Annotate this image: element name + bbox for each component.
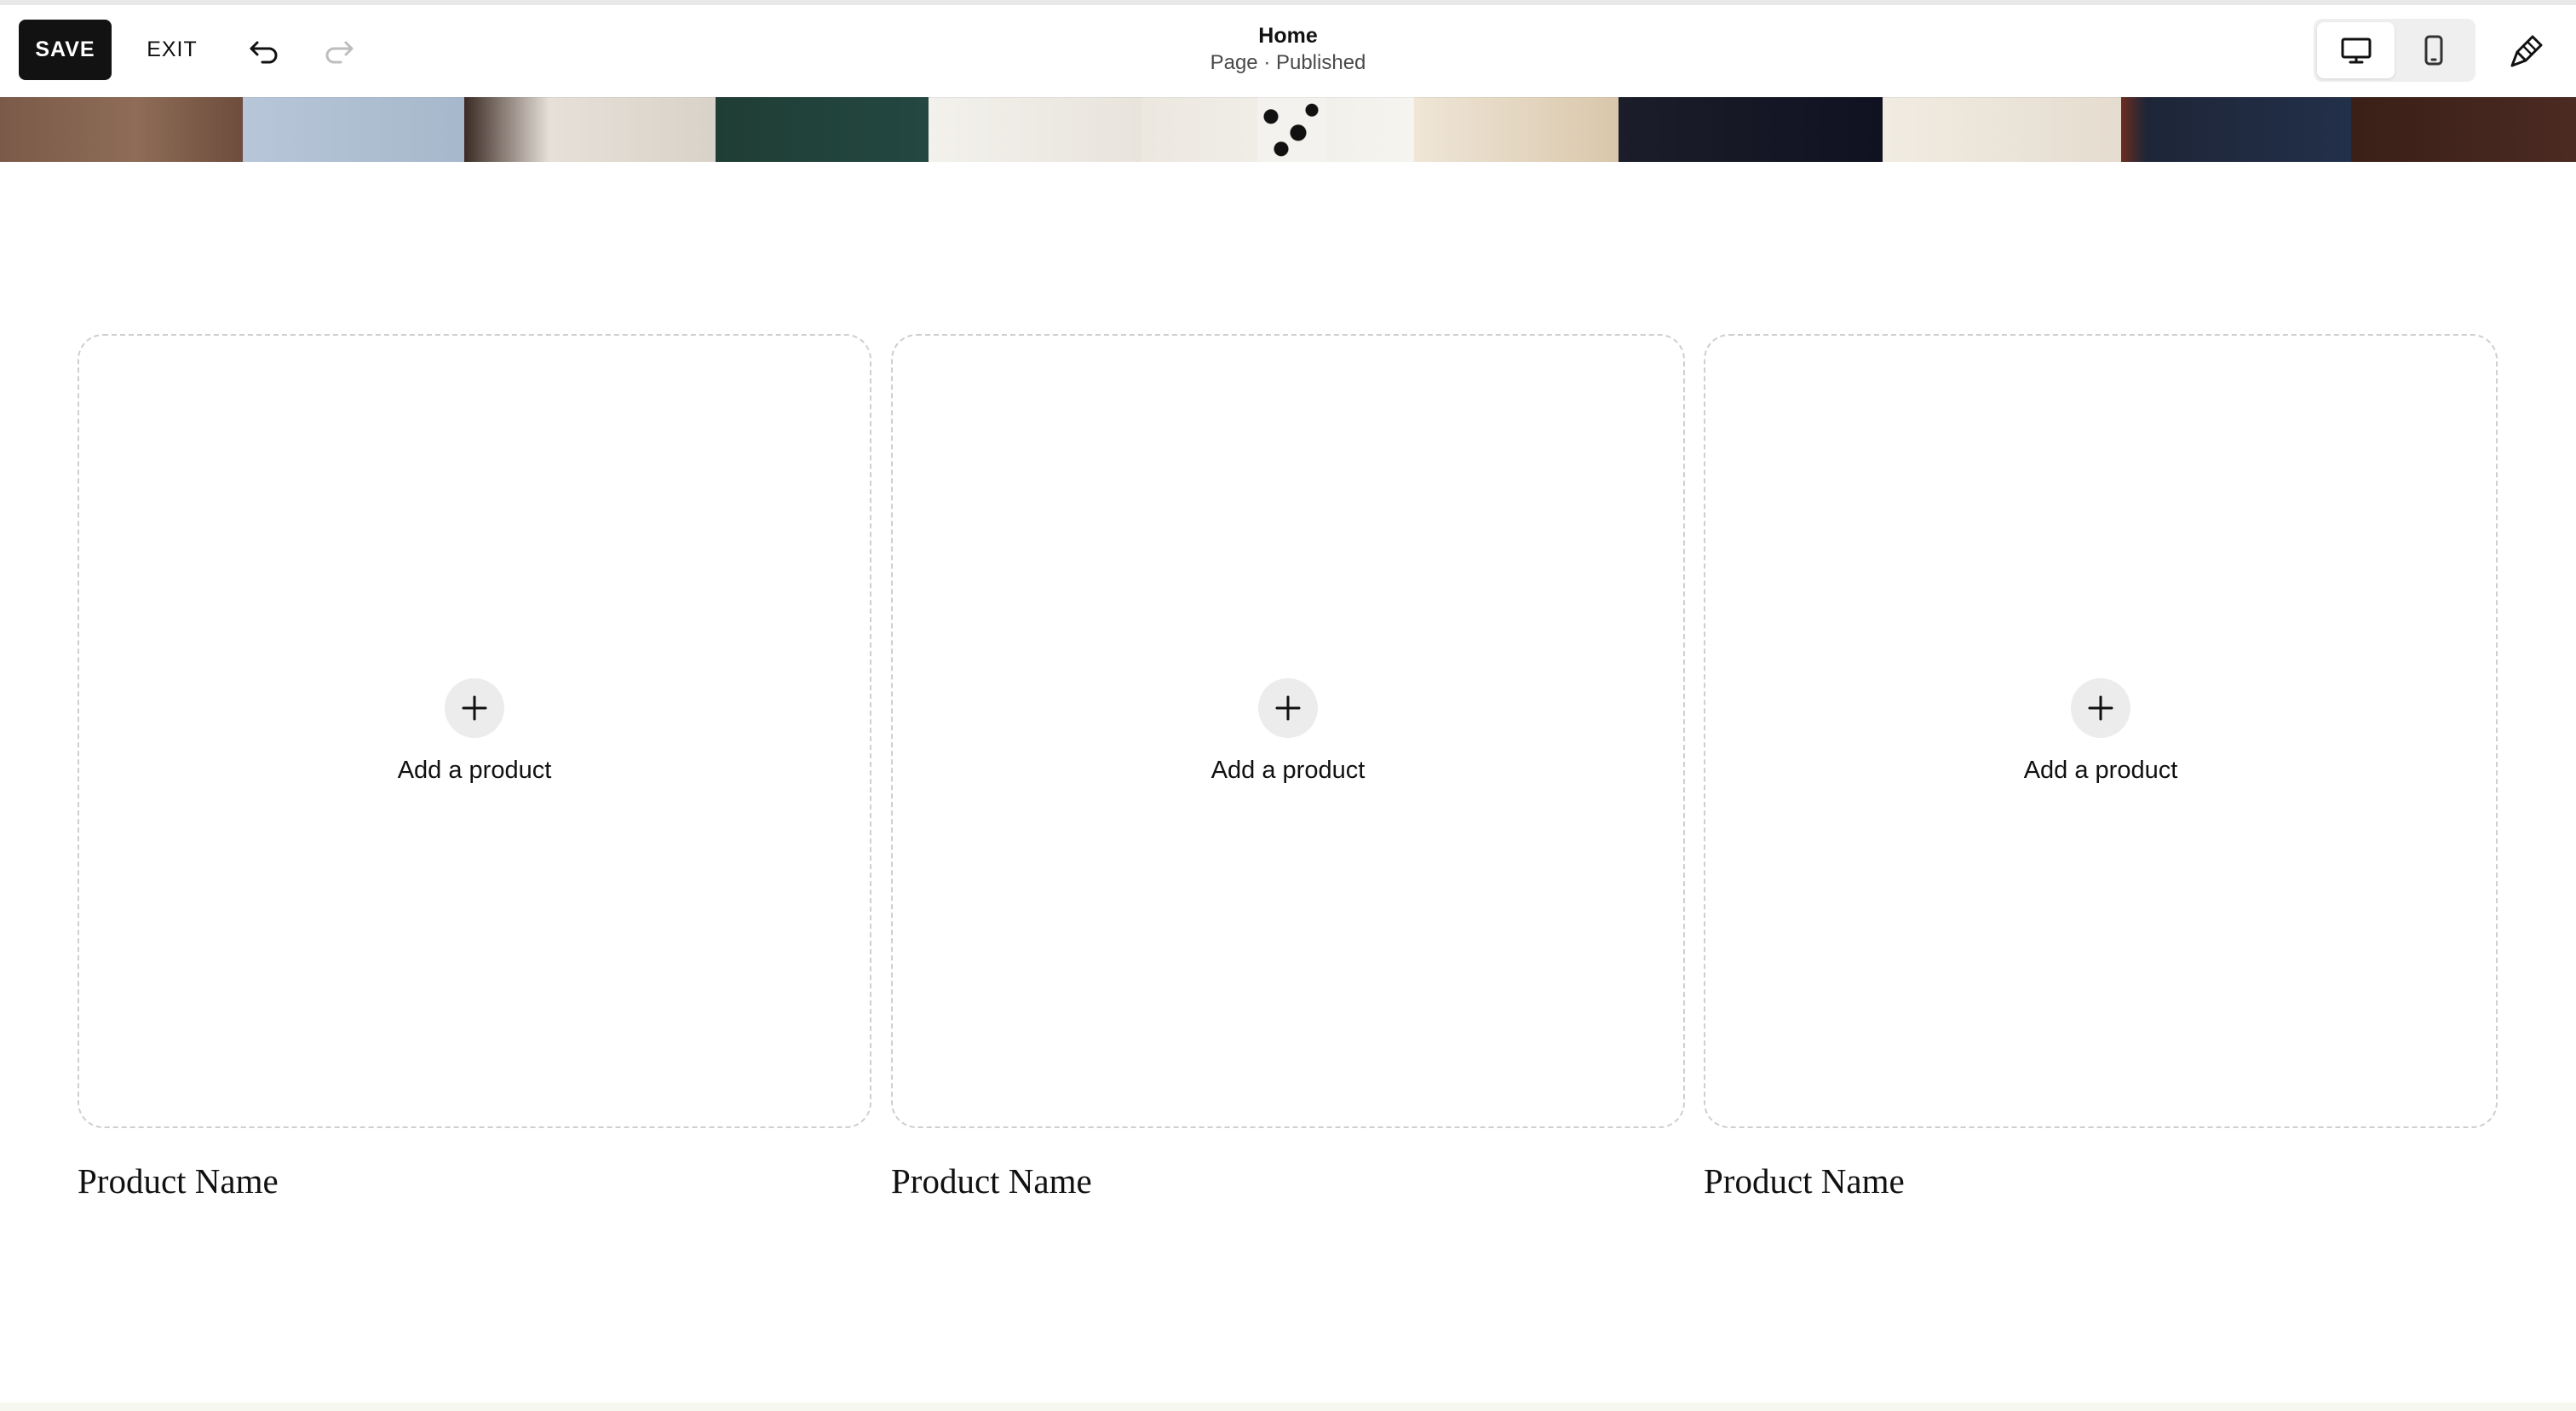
hero-image[interactable] bbox=[0, 97, 2576, 162]
undo-button[interactable] bbox=[239, 26, 290, 77]
desktop-icon bbox=[2341, 37, 2371, 64]
add-product-label[interactable]: Add a product bbox=[1211, 757, 1366, 785]
add-product-button[interactable] bbox=[445, 677, 504, 738]
page-title-block: Home Page · Published bbox=[1118, 22, 1458, 77]
hero-image-detail bbox=[1257, 97, 1325, 162]
product-placeholder-card[interactable]: Add a product bbox=[891, 334, 1685, 1128]
plus-icon bbox=[1275, 695, 1301, 720]
mobile-view-button[interactable] bbox=[2395, 22, 2472, 78]
editor-page: SAVE EXIT Home Page · Published Add a pr… bbox=[0, 0, 2576, 1411]
editor-toolbar: SAVE EXIT Home Page · Published bbox=[0, 5, 2576, 97]
page-status: Page · Published bbox=[1210, 51, 1366, 74]
add-product-label[interactable]: Add a product bbox=[398, 757, 552, 785]
add-product-button[interactable] bbox=[1258, 677, 1318, 738]
site-styles-button[interactable] bbox=[2501, 26, 2552, 77]
product-placeholder-card[interactable]: Add a product bbox=[78, 334, 871, 1128]
product-name[interactable]: Product Name bbox=[891, 1160, 1092, 1201]
save-button[interactable]: SAVE bbox=[19, 20, 112, 80]
desktop-view-button[interactable] bbox=[2317, 22, 2395, 78]
device-toggle bbox=[2314, 19, 2475, 82]
redo-button[interactable] bbox=[313, 26, 365, 77]
product-placeholder-card[interactable]: Add a product bbox=[1704, 334, 2498, 1128]
next-section-edge bbox=[0, 1402, 2576, 1411]
plus-icon bbox=[462, 695, 487, 720]
redo-icon bbox=[325, 41, 354, 64]
add-product-button[interactable] bbox=[2071, 677, 2130, 738]
mobile-icon bbox=[2424, 35, 2442, 66]
add-product-label[interactable]: Add a product bbox=[2024, 757, 2178, 785]
product-name[interactable]: Product Name bbox=[78, 1160, 279, 1201]
paintbrush-icon bbox=[2510, 35, 2543, 67]
undo-icon bbox=[250, 41, 278, 64]
exit-button[interactable]: EXIT bbox=[136, 20, 208, 80]
page-title: Home bbox=[1258, 24, 1318, 48]
product-name[interactable]: Product Name bbox=[1704, 1160, 1905, 1201]
plus-icon bbox=[2088, 695, 2113, 720]
